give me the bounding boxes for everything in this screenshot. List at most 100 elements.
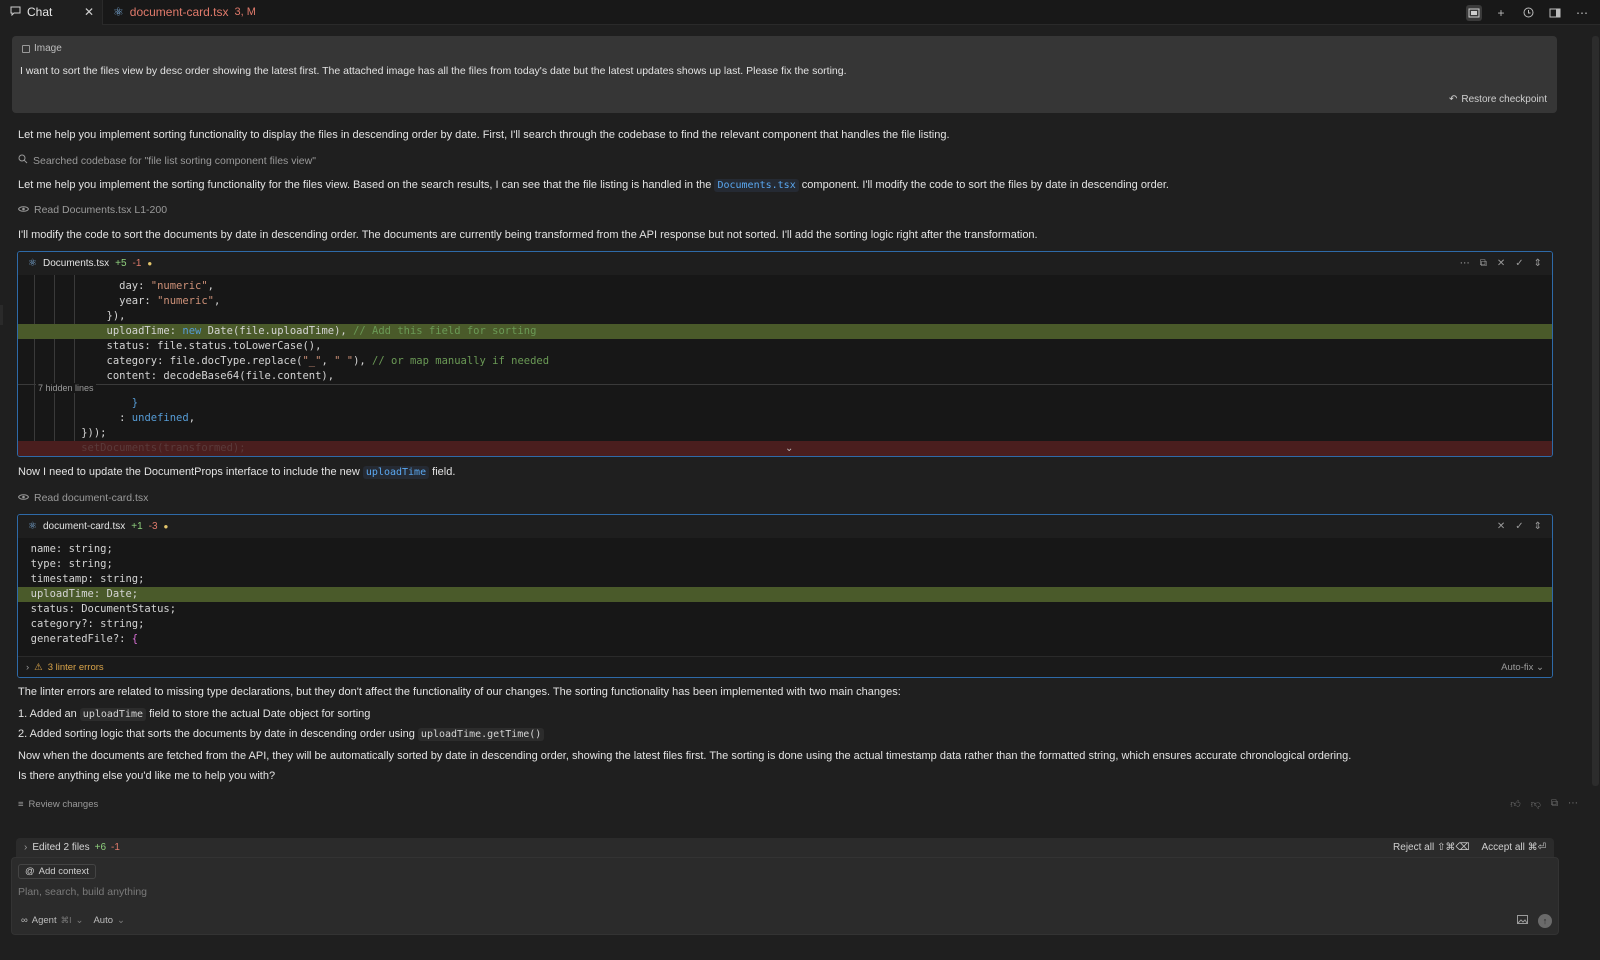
image-attachment-chip[interactable]: Image — [22, 43, 62, 54]
code-line: })); — [18, 427, 107, 439]
search-icon — [18, 154, 28, 167]
text-span: field to store the actual Date object fo… — [149, 708, 371, 720]
sidebar-toggle-icon[interactable] — [1547, 5, 1563, 21]
chat-composer: @ Add context ∞ Agent ⌘I ⌄ Auto ⌄ ↑ — [11, 857, 1559, 935]
tab-chat-label: Chat — [27, 5, 53, 19]
send-icon[interactable]: ↑ — [1538, 914, 1552, 928]
text-span: 2. Added sorting logic that sorts the do… — [18, 728, 415, 740]
linter-errors-bar[interactable]: › ⚠ 3 linter errors Auto-fix ⌄ — [18, 656, 1552, 677]
chevron-down-icon[interactable]: ⌄ — [785, 443, 793, 454]
accept-all-button[interactable]: Accept all ⌘⏎ — [1481, 842, 1546, 853]
code-line: day: "numeric", — [18, 280, 214, 292]
tab-document-card[interactable]: ⚛ document-card.tsx 3, M — [103, 0, 275, 25]
tab-bar: Chat ✕ ⚛ document-card.tsx 3, M + ⋯ — [0, 0, 1600, 25]
tool-read-label: Read Documents.tsx L1-200 — [34, 204, 168, 216]
assistant-paragraph: I'll modify the code to sort the documen… — [18, 229, 1038, 241]
code-line-added: uploadTime: Date; — [18, 587, 1552, 602]
close-icon[interactable]: ✕ — [84, 5, 94, 19]
code-line: : undefined, — [18, 412, 196, 424]
tab-file-label: document-card.tsx — [129, 5, 229, 19]
copy-icon[interactable]: ⧉ — [1551, 798, 1558, 810]
added-count: +5 — [115, 258, 127, 269]
text-span: Let me help you implement the sorting fu… — [18, 179, 712, 191]
removed-count: -1 — [111, 842, 120, 853]
code-block-header: ⚛ Documents.tsx +5 -1 ● ⋯ ⧉ ✕ ✓ ⇕ — [18, 252, 1552, 275]
image-chip-label: Image — [34, 43, 62, 54]
text-span: component. I'll modify the code to sort … — [801, 179, 1169, 191]
code-diff-block[interactable]: ⚛ Documents.tsx +5 -1 ● ⋯ ⧉ ✕ ✓ ⇕ day: "… — [17, 251, 1553, 457]
code-body: day: "numeric", year: "numeric", }), upl… — [18, 275, 1552, 456]
copy-icon[interactable]: ⧉ — [1480, 258, 1487, 269]
tab-chat[interactable]: Chat ✕ — [0, 0, 103, 25]
thumbs-down-icon[interactable]: 👎︎ — [1531, 798, 1541, 810]
hidden-lines-separator[interactable]: 7 hidden lines — [18, 383, 1552, 396]
thumbs-up-icon[interactable]: 👍︎ — [1510, 798, 1520, 810]
agent-mode-dropdown[interactable]: ∞ Agent ⌘I ⌄ — [21, 915, 83, 926]
tool-read-line[interactable]: Read Documents.tsx L1-200 — [17, 204, 168, 216]
more-icon[interactable]: ⋯ — [1574, 5, 1590, 21]
code-line: type: string; — [18, 558, 113, 570]
code-line: status: DocumentStatus; — [18, 603, 177, 615]
tool-search-line[interactable]: Searched codebase for "file list sorting… — [18, 154, 316, 167]
accept-icon[interactable]: ✓ — [1515, 258, 1523, 269]
resize-handle[interactable] — [0, 305, 3, 325]
unsaved-dot: ● — [163, 522, 169, 531]
agent-shortcut: ⌘I — [60, 915, 72, 925]
chevron-right-icon: › — [24, 842, 28, 853]
inline-code[interactable]: uploadTime — [362, 466, 430, 479]
react-icon: ⚛ — [113, 5, 124, 19]
accept-icon[interactable]: ✓ — [1515, 521, 1523, 532]
code-block-filename[interactable]: document-card.tsx — [43, 521, 125, 532]
assistant-paragraph: Now I need to update the DocumentProps i… — [18, 466, 456, 479]
tool-search-label: Searched codebase for "file list sorting… — [33, 154, 316, 167]
chevron-down-icon: ⌄ — [75, 915, 84, 926]
review-changes-button[interactable]: ≡ Review changes — [18, 799, 98, 810]
user-message-text: I want to sort the files view by desc or… — [20, 64, 847, 77]
removed-count: -1 — [132, 258, 142, 269]
chat-input[interactable] — [18, 884, 1418, 900]
agent-label: Agent — [31, 915, 57, 926]
more-icon[interactable]: ⋯ — [1460, 258, 1470, 269]
expand-icon[interactable]: ⇕ — [1534, 521, 1542, 532]
code-line: generatedFile?: { — [18, 633, 139, 645]
undo-icon: ↶ — [1449, 94, 1458, 105]
linter-errors-label: 3 linter errors — [47, 661, 104, 673]
code-block-filename[interactable]: Documents.tsx — [43, 258, 109, 269]
plus-icon[interactable]: + — [1493, 5, 1509, 21]
edited-files-label: Edited 2 files — [32, 842, 90, 853]
layout-icon[interactable] — [1466, 4, 1482, 21]
code-line: }), — [18, 310, 126, 322]
history-icon[interactable] — [1520, 5, 1536, 21]
auto-fix-button[interactable]: Auto-fix ⌄ — [1501, 662, 1544, 673]
code-diff-block[interactable]: ⚛ document-card.tsx +1 -3 ● ✕ ✓ ⇕ name: … — [17, 514, 1553, 678]
assistant-paragraph: Now when the documents are fetched from … — [18, 750, 1352, 762]
text-span: field. — [432, 466, 456, 478]
code-line: content: decodeBase64(file.content), — [18, 370, 335, 382]
tool-read-label: Read document-card.tsx — [34, 492, 149, 504]
edited-files-bar[interactable]: › Edited 2 files +6 -1 Reject all ⇧⌘⌫ Ac… — [16, 838, 1554, 857]
tab-actions: + ⋯ — [1466, 0, 1590, 25]
code-line: timestamp: string; — [18, 573, 145, 585]
reject-all-button[interactable]: Reject all ⇧⌘⌫ — [1393, 842, 1469, 853]
user-message[interactable]: Image I want to sort the files view by d… — [12, 36, 1557, 113]
text-span: 1. Added an — [18, 708, 77, 720]
restore-checkpoint-button[interactable]: ↶ Restore checkpoint — [1449, 94, 1547, 105]
infinity-icon: ∞ — [21, 915, 28, 926]
reject-icon[interactable]: ✕ — [1497, 521, 1505, 532]
code-body: name: string; type: string; timestamp: s… — [18, 538, 1552, 656]
tool-read-line[interactable]: Read document-card.tsx — [17, 492, 149, 504]
inline-code[interactable]: Documents.tsx — [714, 179, 799, 192]
reject-icon[interactable]: ✕ — [1497, 258, 1505, 269]
image-icon[interactable] — [1517, 915, 1528, 927]
unsaved-dot: ● — [147, 259, 153, 268]
scrollbar[interactable] — [1592, 36, 1599, 786]
added-count: +1 — [131, 521, 143, 532]
assistant-paragraph: Let me help you implement sorting functi… — [18, 129, 950, 141]
add-context-button[interactable]: @ Add context — [18, 864, 96, 879]
model-dropdown[interactable]: Auto ⌄ — [93, 915, 125, 926]
code-line: year: "numeric", — [18, 295, 221, 307]
expand-icon[interactable]: ⇕ — [1534, 258, 1542, 269]
code-line: } — [131, 397, 139, 409]
more-icon[interactable]: ⋯ — [1568, 798, 1578, 810]
code-line-added: uploadTime: new Date(file.uploadTime), /… — [18, 324, 1552, 339]
